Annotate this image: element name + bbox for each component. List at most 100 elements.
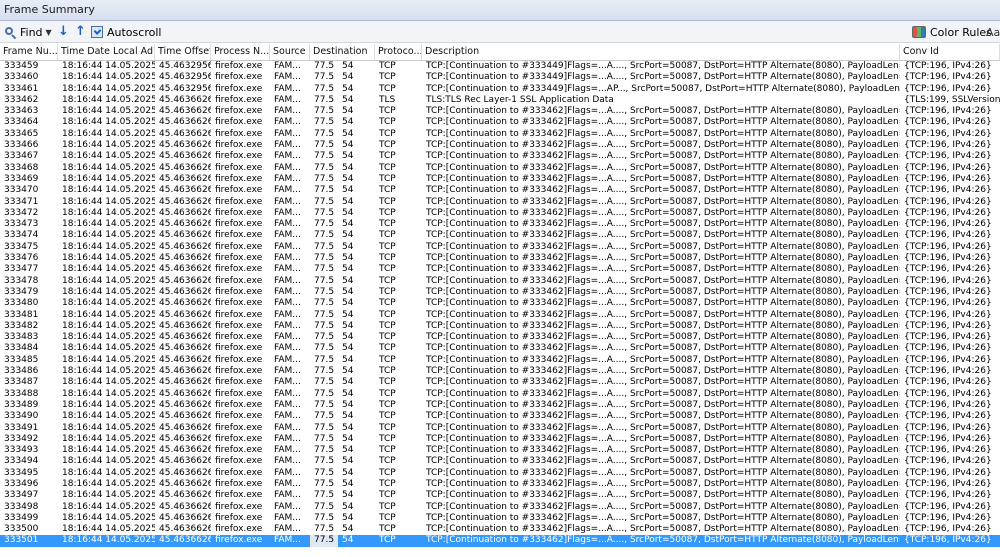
cell-process-name: firefox.exe xyxy=(215,128,263,139)
cell-protocol: TCP xyxy=(379,377,396,388)
table-row[interactable]: 333486 18:16:44 14.05.2025 45.4636626 firef… xyxy=(0,366,1000,377)
cell-frame-number: 333462 xyxy=(4,94,39,105)
cell-destination-suffix: 54 xyxy=(342,467,354,478)
column-header-protocol[interactable]: Protoco... xyxy=(375,44,422,60)
table-row[interactable]: 333500 18:16:44 14.05.2025 45.4636626 firef… xyxy=(0,524,1000,535)
cell-process-name: firefox.exe xyxy=(215,512,263,523)
table-row[interactable]: 333478 18:16:44 14.05.2025 45.4636626 firef… xyxy=(0,276,1000,287)
cell-protocol: TCP xyxy=(379,162,396,173)
table-row[interactable]: 333499 18:16:44 14.05.2025 45.4636626 firef… xyxy=(0,513,1000,524)
cell-conv-id: {TCP:196, IPv4:26} xyxy=(904,309,992,320)
table-row[interactable]: 333483 18:16:44 14.05.2025 45.4636626 firef… xyxy=(0,332,1000,343)
table-row[interactable]: 333462 18:16:44 14.05.2025 45.4636626 firef… xyxy=(0,95,1000,106)
cell-destination: 77.5 xyxy=(314,433,335,444)
cell-time-date: 18:16:44 14.05.2025 xyxy=(62,320,155,331)
cell-description: TCP:[Continuation to #333462]Flags=...A.… xyxy=(426,219,900,230)
cell-conv-id: {TCP:196, IPv4:26} xyxy=(904,467,992,478)
cell-process-name: firefox.exe xyxy=(215,320,263,331)
table-row[interactable]: 333489 18:16:44 14.05.2025 45.4636626 firef… xyxy=(0,400,1000,411)
cell-time-date: 18:16:44 14.05.2025 xyxy=(62,253,155,264)
table-row[interactable]: 333501 18:16:44 14.05.2025 45.4636626 firef… xyxy=(0,535,1000,547)
column-header-time-offset[interactable]: Time Offset xyxy=(155,44,211,60)
cell-source: FAM... xyxy=(274,411,301,422)
autoscroll-button[interactable]: Autoscroll xyxy=(91,24,161,40)
table-row[interactable]: 333471 18:16:44 14.05.2025 45.4636626 firef… xyxy=(0,197,1000,208)
table-row[interactable]: 333463 18:16:44 14.05.2025 45.4636626 firef… xyxy=(0,106,1000,117)
cell-time-offset: 45.4636626 xyxy=(159,117,211,128)
table-row[interactable]: 333460 18:16:44 14.05.2025 45.4632956 firef… xyxy=(0,72,1000,83)
cell-frame-number: 333459 xyxy=(4,61,39,71)
table-row[interactable]: 333470 18:16:44 14.05.2025 45.4636626 firef… xyxy=(0,185,1000,196)
cell-time-date: 18:16:44 14.05.2025 xyxy=(62,128,155,139)
cell-source: FAM... xyxy=(274,94,301,105)
table-row[interactable]: 333491 18:16:44 14.05.2025 45.4636626 firef… xyxy=(0,423,1000,434)
chevron-down-icon[interactable]: ▼ xyxy=(46,28,52,37)
table-row[interactable]: 333493 18:16:44 14.05.2025 45.4636626 firef… xyxy=(0,445,1000,456)
table-row[interactable]: 333459 18:16:44 14.05.2025 45.4632956 firef… xyxy=(0,61,1000,72)
table-row[interactable]: 333481 18:16:44 14.05.2025 45.4636626 firef… xyxy=(0,310,1000,321)
table-row[interactable]: 333469 18:16:44 14.05.2025 45.4636626 firef… xyxy=(0,174,1000,185)
cell-process-name: firefox.exe xyxy=(215,151,263,162)
find-button[interactable]: Find ▼ xyxy=(4,24,52,40)
cell-destination: 77.5 xyxy=(314,467,335,478)
table-row[interactable]: 333467 18:16:44 14.05.2025 45.4636626 firef… xyxy=(0,151,1000,162)
cell-frame-number: 333490 xyxy=(4,411,39,422)
cell-destination-suffix: 54 xyxy=(342,309,354,320)
table-row[interactable]: 333474 18:16:44 14.05.2025 45.4636626 firef… xyxy=(0,230,1000,241)
table-row[interactable]: 333480 18:16:44 14.05.2025 45.4636626 firef… xyxy=(0,298,1000,309)
table-row[interactable]: 333468 18:16:44 14.05.2025 45.4636626 firef… xyxy=(0,163,1000,174)
table-row[interactable]: 333466 18:16:44 14.05.2025 45.4636626 firef… xyxy=(0,140,1000,151)
column-header-description[interactable]: Description xyxy=(422,44,900,60)
table-row[interactable]: 333495 18:16:44 14.05.2025 45.4636626 firef… xyxy=(0,468,1000,479)
cell-frame-number: 333460 xyxy=(4,72,39,83)
table-row[interactable]: 333488 18:16:44 14.05.2025 45.4636626 firef… xyxy=(0,389,1000,400)
find-next-button[interactable]: ↓ xyxy=(58,24,69,40)
table-row[interactable]: 333465 18:16:44 14.05.2025 45.4636626 firef… xyxy=(0,129,1000,140)
column-header-conv-id[interactable]: Conv Id xyxy=(900,44,1000,60)
column-header-frame-number[interactable]: Frame Nu... xyxy=(0,44,58,60)
table-row[interactable]: 333479 18:16:44 14.05.2025 45.4636626 firef… xyxy=(0,287,1000,298)
font-settings-button[interactable]: Aa xyxy=(986,24,1000,40)
column-header-time-date[interactable]: Time Date Local Ad... xyxy=(58,44,155,60)
cell-process-name: firefox.exe xyxy=(215,332,263,343)
table-row[interactable]: 333473 18:16:44 14.05.2025 45.4636626 firef… xyxy=(0,219,1000,230)
cell-destination: 77.5 xyxy=(314,207,335,218)
cell-conv-id: {TCP:196, IPv4:26} xyxy=(904,264,992,275)
table-row[interactable]: 333496 18:16:44 14.05.2025 45.4636626 firef… xyxy=(0,479,1000,490)
cell-destination-suffix: 54 xyxy=(342,219,354,230)
table-row[interactable]: 333482 18:16:44 14.05.2025 45.4636626 firef… xyxy=(0,321,1000,332)
table-row[interactable]: 333487 18:16:44 14.05.2025 45.4636626 firef… xyxy=(0,377,1000,388)
cell-time-date: 18:16:44 14.05.2025 xyxy=(62,377,155,388)
cell-process-name: firefox.exe xyxy=(215,399,263,410)
table-row[interactable]: 333472 18:16:44 14.05.2025 45.4636626 firef… xyxy=(0,208,1000,219)
table-row[interactable]: 333485 18:16:44 14.05.2025 45.4636626 firef… xyxy=(0,355,1000,366)
column-header-process-name[interactable]: Process N... xyxy=(211,44,270,60)
cell-destination: 77.5 xyxy=(310,535,338,547)
find-previous-button[interactable]: ↑ xyxy=(75,24,86,40)
cell-protocol: TCP xyxy=(379,490,396,501)
cell-destination: 77.5 xyxy=(314,456,335,467)
table-row[interactable]: 333490 18:16:44 14.05.2025 45.4636626 firef… xyxy=(0,411,1000,422)
cell-protocol: TCP xyxy=(379,422,396,433)
cell-destination: 77.5 xyxy=(314,117,335,128)
table-row[interactable]: 333497 18:16:44 14.05.2025 45.4636626 firef… xyxy=(0,490,1000,501)
table-row[interactable]: 333461 18:16:44 14.05.2025 45.4632956 firef… xyxy=(0,84,1000,95)
table-row[interactable]: 333484 18:16:44 14.05.2025 45.4636626 firef… xyxy=(0,343,1000,354)
table-row[interactable]: 333477 18:16:44 14.05.2025 45.4636626 firef… xyxy=(0,264,1000,275)
table-row[interactable]: 333498 18:16:44 14.05.2025 45.4636626 firef… xyxy=(0,502,1000,513)
cell-source: FAM... xyxy=(274,309,301,320)
table-row[interactable]: 333492 18:16:44 14.05.2025 45.4636626 firef… xyxy=(0,434,1000,445)
cell-time-offset: 45.4632956 xyxy=(159,72,211,83)
table-row[interactable]: 333494 18:16:44 14.05.2025 45.4636626 firef… xyxy=(0,456,1000,467)
table-row[interactable]: 333475 18:16:44 14.05.2025 45.4636626 firef… xyxy=(0,242,1000,253)
color-rules-button[interactable]: Color Rules xyxy=(912,24,992,40)
cell-conv-id: {TCP:196, IPv4:26} xyxy=(904,512,992,523)
cell-destination: 77.5 xyxy=(314,377,335,388)
cell-time-date: 18:16:44 14.05.2025 xyxy=(62,106,155,117)
cell-destination-suffix: 54 xyxy=(342,83,354,94)
table-row[interactable]: 333476 18:16:44 14.05.2025 45.4636626 firef… xyxy=(0,253,1000,264)
column-header-source[interactable]: Source xyxy=(270,44,310,60)
cell-protocol: TCP xyxy=(379,467,396,478)
table-row[interactable]: 333464 18:16:44 14.05.2025 45.4636626 firef… xyxy=(0,117,1000,128)
column-header-destination[interactable]: Destination xyxy=(310,44,375,60)
